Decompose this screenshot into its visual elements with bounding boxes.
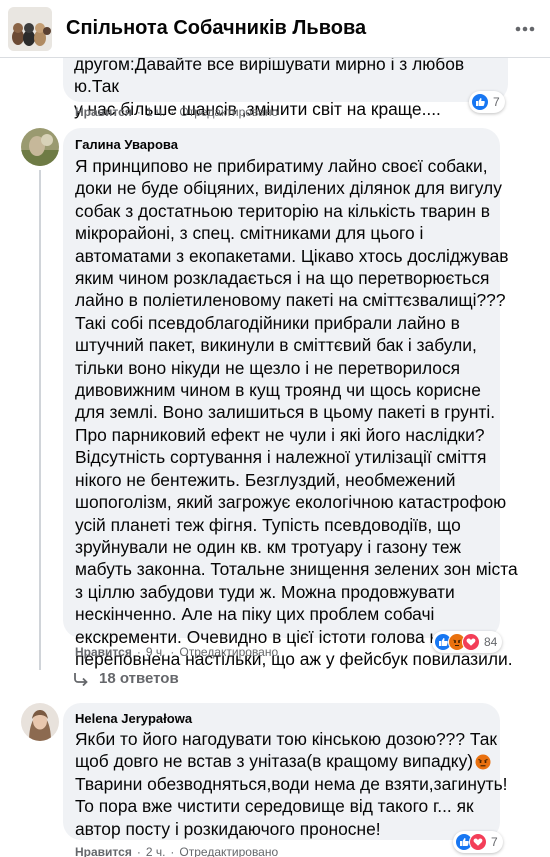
comment-time[interactable]: 1 ч. (146, 105, 166, 119)
comment-text-line: мабуть законна. Тотальне знищення зелени… (75, 559, 518, 580)
comment-text-line: лайно в поліетиленовому пакеті на сміттє… (75, 290, 506, 311)
comment-text-line: другом:Давайте все вирішувати мирно і з … (74, 54, 465, 97)
comment-text-line: нікого не бентежить. Безглуздий, необмеж… (75, 469, 456, 490)
comment-meta: Нравится · 1 ч. · Отредактировано (75, 104, 278, 120)
separator-dot: · (170, 845, 175, 857)
comment-text-line-part: щоб довго не встав з унітаза(в кращому в… (75, 751, 474, 772)
comment-text-line: тільки воно нікуди не щезло і не перетво… (75, 357, 461, 378)
comment-text-line: штучний пакет, викинули в сміттєвий бак … (75, 335, 477, 356)
like-button[interactable]: Нравится (75, 845, 132, 857)
comment-meta: Нравится · 2 ч. · Отредактировано (75, 844, 278, 857)
comment-text-line: Я принципово не прибиратиму лайно своєї … (75, 156, 488, 176)
comment-text-line: нескінченно. Але на піку цих проблем соб… (75, 604, 435, 625)
comment-text-line: усій планеті теж фігня. Тупість псевдово… (75, 514, 461, 535)
comment-text-line: шопоголізм, який загрожує екологічною ка… (75, 492, 507, 513)
like-button[interactable]: Нравится (75, 645, 132, 659)
love-icon (462, 633, 480, 651)
comment-text-line: Відсутність сортування і належної утиліз… (75, 447, 487, 468)
comment-author[interactable]: Helena Jerypałowa (75, 711, 192, 727)
comment-text-line: То пора вже чистити середовище від таког… (75, 796, 474, 817)
comment-time[interactable]: 9 ч. (146, 645, 166, 659)
comment-text-line: з ціллю забудови туди ж. Можна продовжув… (75, 581, 455, 602)
comment-text-line: автоматами з екопакетами. Цікаво хтось д… (75, 245, 509, 266)
group-header: Спільнота Собачників Львова (0, 0, 550, 58)
comment-author[interactable]: Галина Уварова (75, 137, 178, 153)
reaction-count: 7 (493, 95, 500, 109)
angry-emoji-icon (475, 754, 491, 770)
comment-text-line: доки не буде обіцяних, виділених ділянок… (75, 178, 502, 199)
edited-label[interactable]: Отредактировано (179, 645, 278, 659)
comment-bubble: Helena Jerypałowa Якби то його нагодуват… (63, 703, 508, 840)
comment-text-line: зруйнували не один кв. км тротуару і газ… (75, 536, 462, 557)
comment-text-line: Якби то його нагодувати тою кінською доз… (75, 729, 497, 749)
separator-dot: · (170, 105, 175, 119)
separator-dot: · (136, 105, 141, 119)
separator-dot: · (136, 645, 141, 659)
comment-text-line: Про парниковий ефект не чули і які його … (75, 424, 485, 445)
comment-text-line: яким чином розкладається і на що перетво… (75, 268, 490, 289)
comment-text-line: щоб довго не встав з унітаза(в кращому в… (75, 750, 508, 772)
comment-text-line: собак з достатньою територію на кількіст… (75, 200, 491, 221)
like-icon (471, 93, 489, 111)
love-icon (469, 833, 487, 851)
group-title[interactable]: Спільнота Собачників Львова (66, 17, 366, 40)
reply-arrow-icon (74, 672, 88, 686)
edited-label[interactable]: Отредактировано (179, 845, 278, 857)
comment-meta: Нравится · 9 ч. · Отредактировано (75, 644, 278, 660)
replies-count: 18 ответов (99, 670, 179, 687)
like-button[interactable]: Нравится (75, 105, 132, 119)
comment-bubble: Галина Уварова Я принципово не прибирати… (63, 128, 518, 669)
comment-text-line: Такі собі псевдоблагодійники прибрали ла… (75, 312, 460, 333)
separator-dot: · (170, 645, 175, 659)
reaction-count: 84 (484, 635, 498, 649)
comment-text-line: Тварини обезводняться,води нема де взяти… (75, 773, 508, 794)
comment-text-line: дивовижним чином в кущ троянд чи щось ко… (75, 380, 481, 401)
view-replies-link[interactable]: 18 ответов (73, 670, 179, 687)
separator-dot: · (136, 845, 141, 857)
comment-time[interactable]: 2 ч. (146, 845, 166, 857)
comment-text-line: для землі. Воно залишиться в цьому пакет… (75, 402, 496, 423)
dogs-group-avatar[interactable] (8, 6, 52, 51)
comment-text-line: мікрорайоні, з спец. смітниками для цьог… (75, 223, 424, 244)
comment-text-line: автор посту і розкидаючого проносне! (75, 818, 381, 839)
reaction-summary[interactable]: 84 (432, 631, 503, 653)
reaction-count: 7 (491, 835, 498, 849)
avatar[interactable] (21, 703, 59, 741)
avatar[interactable] (21, 128, 59, 166)
more-dots-icon[interactable] (510, 14, 540, 44)
edited-label[interactable]: Отредактировано (179, 105, 278, 119)
reaction-summary[interactable]: 7 (453, 831, 503, 853)
thread-line (39, 170, 41, 670)
reaction-summary[interactable]: 7 (469, 91, 505, 113)
